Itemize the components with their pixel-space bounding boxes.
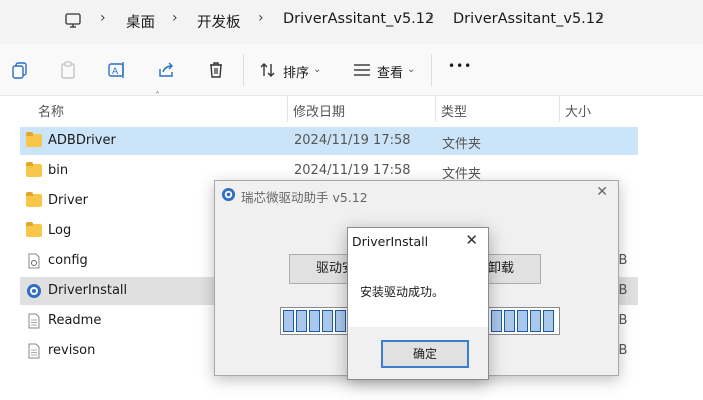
copy-icon[interactable] bbox=[10, 60, 30, 80]
chevron-right-icon[interactable]: › bbox=[100, 10, 106, 26]
progress-block bbox=[322, 310, 333, 332]
sort-arrow-icon: ˄ bbox=[155, 91, 160, 102]
chevron-down-icon[interactable]: ⌄ bbox=[407, 64, 415, 75]
folder-icon bbox=[26, 132, 42, 147]
progress-block bbox=[296, 310, 307, 332]
app-icon bbox=[27, 284, 41, 298]
rename-icon[interactable]: A bbox=[107, 60, 127, 80]
more-options-button[interactable]: ••• bbox=[448, 59, 472, 73]
chevron-right-icon[interactable]: › bbox=[258, 10, 264, 26]
folder-icon bbox=[26, 162, 42, 177]
file-name: revison bbox=[48, 343, 96, 358]
install-result-dialog: DriverInstall ✕ 安装驱动成功。 确定 bbox=[347, 227, 489, 380]
file-row[interactable]: ADBDriver 2024/11/19 17:58 文件夹 bbox=[20, 127, 638, 155]
breadcrumb-desktop[interactable]: 桌面 bbox=[126, 11, 155, 32]
delete-icon[interactable] bbox=[206, 60, 226, 80]
command-bar: A 排序 ⌄ 查看 ⌄ ••• bbox=[0, 44, 703, 96]
file-date: 2024/11/19 17:58 bbox=[294, 133, 411, 148]
chevron-right-icon[interactable]: › bbox=[172, 10, 178, 26]
address-bar: › 桌面 › 开发板 › DriverAssitant_v5.12 › Driv… bbox=[0, 0, 703, 44]
file-date: 2024/11/19 17:58 bbox=[294, 163, 411, 178]
config-file-icon bbox=[28, 253, 40, 269]
dialog-footer: 确定 bbox=[348, 327, 488, 379]
column-divider[interactable] bbox=[559, 96, 560, 122]
file-type: 文件夹 bbox=[442, 137, 482, 152]
close-icon[interactable]: ✕ bbox=[596, 184, 608, 200]
column-divider[interactable] bbox=[435, 96, 436, 122]
chevron-right-icon[interactable]: › bbox=[428, 10, 434, 26]
column-name[interactable]: 名称 bbox=[38, 101, 64, 120]
progress-block bbox=[530, 310, 541, 332]
progress-block bbox=[335, 310, 346, 332]
text-file-icon bbox=[28, 343, 40, 359]
file-name: DriverInstall bbox=[48, 283, 128, 298]
file-name: config bbox=[48, 253, 88, 268]
progress-block bbox=[543, 310, 554, 332]
dialog-title: DriverInstall bbox=[352, 234, 429, 249]
file-name: bin bbox=[48, 163, 69, 178]
progress-block bbox=[504, 310, 515, 332]
column-divider[interactable] bbox=[287, 96, 288, 122]
svg-text:A: A bbox=[112, 67, 119, 77]
folder-icon bbox=[26, 192, 42, 207]
progress-block bbox=[283, 310, 294, 332]
dialog-message: 安装驱动成功。 bbox=[360, 285, 445, 299]
file-name: ADBDriver bbox=[48, 133, 116, 148]
breadcrumb-driver-folder-1[interactable]: DriverAssitant_v5.12 bbox=[283, 11, 434, 27]
ok-button[interactable]: 确定 bbox=[381, 340, 469, 368]
toolbar-divider bbox=[431, 54, 432, 86]
folder-icon bbox=[26, 222, 42, 237]
paste-icon[interactable] bbox=[58, 60, 78, 80]
view-list-icon[interactable] bbox=[352, 60, 372, 80]
app-logo-icon bbox=[221, 187, 236, 202]
share-icon[interactable] bbox=[157, 60, 177, 80]
breadcrumb-driver-folder-2[interactable]: DriverAssitant_v5.12 bbox=[453, 11, 604, 27]
window-title: 瑞芯微驱动助手 v5.12 bbox=[241, 190, 368, 205]
column-type[interactable]: 类型 bbox=[441, 101, 467, 120]
column-date[interactable]: 修改日期 bbox=[293, 101, 345, 120]
file-name: Readme bbox=[48, 313, 102, 328]
chevron-down-icon[interactable]: ⌄ bbox=[313, 64, 321, 75]
toolbar-divider bbox=[243, 54, 244, 86]
close-icon[interactable]: ✕ bbox=[465, 231, 478, 249]
uninstall-driver-label: 卸载 bbox=[487, 261, 514, 276]
file-name: Log bbox=[48, 223, 72, 238]
monitor-icon[interactable] bbox=[64, 12, 82, 30]
sort-icon[interactable] bbox=[258, 60, 278, 80]
progress-block bbox=[517, 310, 528, 332]
chevron-right-icon[interactable]: › bbox=[598, 10, 604, 26]
view-button[interactable]: 查看 bbox=[377, 62, 403, 81]
progress-block bbox=[309, 310, 320, 332]
progress-block bbox=[491, 310, 502, 332]
breadcrumb-devboard[interactable]: 开发板 bbox=[197, 11, 241, 32]
column-header: ˄ 名称 修改日期 类型 大小 bbox=[0, 91, 703, 122]
column-size[interactable]: 大小 bbox=[565, 101, 591, 120]
file-name: Driver bbox=[48, 193, 89, 208]
sort-button[interactable]: 排序 bbox=[283, 62, 309, 81]
text-file-icon bbox=[28, 313, 40, 329]
